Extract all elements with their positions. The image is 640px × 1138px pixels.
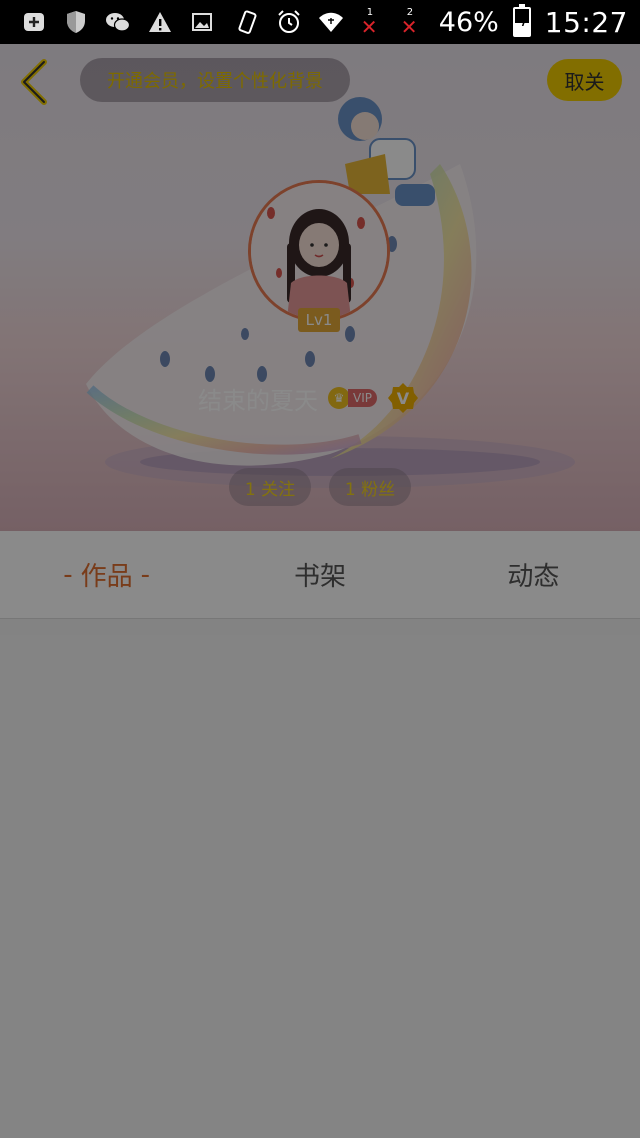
crown-icon: ♛ — [328, 387, 350, 409]
status-bar-notifications — [20, 8, 216, 36]
tab-content-area — [0, 619, 640, 1138]
avatar[interactable] — [248, 180, 390, 322]
image-icon — [188, 8, 216, 36]
tab-label: 作品 — [80, 562, 133, 592]
status-bar: 1 ✕ 2 ✕ 46% ϟ 15:27 — [0, 0, 640, 44]
alarm-icon — [275, 8, 303, 36]
tab-activity[interactable]: 动态 — [427, 531, 640, 618]
rotate-icon — [233, 8, 261, 36]
tab-active-marker-left: - — [63, 559, 73, 590]
unfollow-button[interactable]: 取关 — [547, 59, 622, 101]
vip-upgrade-banner[interactable]: 开通会员，设置个性化背景 — [80, 58, 350, 102]
plus-box-icon — [20, 8, 48, 36]
sim1-no-signal-icon: 1 ✕ — [360, 7, 378, 39]
tab-label: 动态 — [507, 562, 560, 592]
shield-icon — [62, 8, 90, 36]
battery-charging-icon: ϟ — [512, 4, 531, 37]
username-row: 结束的夏天 ♛ VIP V — [198, 378, 419, 418]
vip-label: VIP — [348, 389, 377, 407]
level-badge: Lv1 — [298, 308, 340, 332]
verified-badge[interactable]: V — [387, 382, 419, 414]
vip-badge[interactable]: ♛ VIP — [328, 387, 377, 409]
sim2-no-signal-icon: 2 ✕ — [400, 7, 418, 39]
status-bar-system: 1 ✕ 2 ✕ 46% ϟ 15:27 — [233, 4, 628, 39]
tab-bookshelf[interactable]: 书架 — [213, 531, 426, 618]
battery-percent: 46% — [438, 6, 499, 38]
following-count[interactable]: 1 关注 — [229, 468, 311, 506]
tab-works[interactable]: - 作品 - — [0, 531, 213, 618]
username: 结束的夏天 — [198, 386, 318, 415]
tab-active-marker-right: - — [140, 559, 151, 590]
wechat-icon — [104, 8, 132, 36]
wifi-icon — [317, 8, 345, 36]
chevron-left-icon — [21, 59, 47, 105]
followers-count[interactable]: 1 粉丝 — [329, 468, 411, 506]
profile-tabs: - 作品 - 书架 动态 — [0, 531, 640, 619]
clock: 15:27 — [544, 5, 628, 39]
warning-icon — [146, 8, 174, 36]
avatar-image — [251, 183, 387, 319]
tab-label: 书架 — [293, 562, 346, 592]
profile-header: 开通会员，设置个性化背景 取关 Lv1 结束的夏天 ♛ VIP V 1 关注 1… — [0, 44, 640, 531]
back-button[interactable] — [14, 58, 54, 106]
